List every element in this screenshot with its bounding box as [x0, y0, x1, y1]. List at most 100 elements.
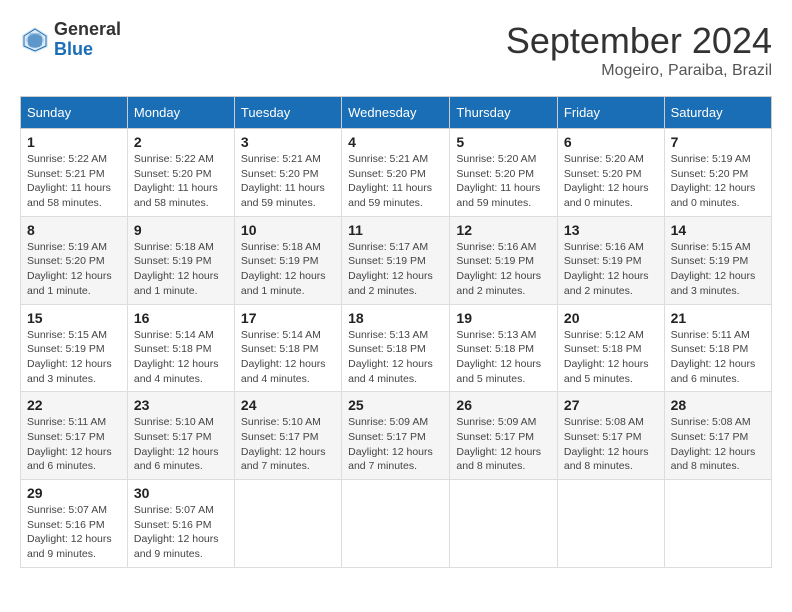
day-info: Sunrise: 5:10 AMSunset: 5:17 PMDaylight:… [241, 415, 335, 474]
month-title: September 2024 [506, 20, 772, 62]
col-thursday: Thursday [450, 97, 557, 129]
day-number: 12 [456, 222, 550, 238]
day-2: 2 Sunrise: 5:22 AMSunset: 5:20 PMDayligh… [127, 129, 234, 217]
logo-general-text: General [54, 20, 121, 40]
day-25: 25 Sunrise: 5:09 AMSunset: 5:17 PMDaylig… [342, 392, 450, 480]
day-number: 1 [27, 134, 121, 150]
col-friday: Friday [557, 97, 664, 129]
calendar-row-1: 1 Sunrise: 5:22 AMSunset: 5:21 PMDayligh… [21, 129, 772, 217]
day-8: 8 Sunrise: 5:19 AMSunset: 5:20 PMDayligh… [21, 216, 128, 304]
day-number: 25 [348, 397, 443, 413]
day-12: 12 Sunrise: 5:16 AMSunset: 5:19 PMDaylig… [450, 216, 557, 304]
day-number: 4 [348, 134, 443, 150]
logo-text: General Blue [54, 20, 121, 60]
day-15: 15 Sunrise: 5:15 AMSunset: 5:19 PMDaylig… [21, 304, 128, 392]
day-info: Sunrise: 5:13 AMSunset: 5:18 PMDaylight:… [348, 328, 443, 387]
day-number: 24 [241, 397, 335, 413]
day-26: 26 Sunrise: 5:09 AMSunset: 5:17 PMDaylig… [450, 392, 557, 480]
day-27: 27 Sunrise: 5:08 AMSunset: 5:17 PMDaylig… [557, 392, 664, 480]
day-info: Sunrise: 5:19 AMSunset: 5:20 PMDaylight:… [27, 240, 121, 299]
calendar-row-3: 15 Sunrise: 5:15 AMSunset: 5:19 PMDaylig… [21, 304, 772, 392]
day-info: Sunrise: 5:21 AMSunset: 5:20 PMDaylight:… [241, 152, 335, 211]
empty-cell [557, 480, 664, 568]
day-info: Sunrise: 5:22 AMSunset: 5:21 PMDaylight:… [27, 152, 121, 211]
calendar-header-row: Sunday Monday Tuesday Wednesday Thursday… [21, 97, 772, 129]
col-wednesday: Wednesday [342, 97, 450, 129]
day-info: Sunrise: 5:08 AMSunset: 5:17 PMDaylight:… [564, 415, 658, 474]
day-info: Sunrise: 5:19 AMSunset: 5:20 PMDaylight:… [671, 152, 765, 211]
day-21: 21 Sunrise: 5:11 AMSunset: 5:18 PMDaylig… [664, 304, 771, 392]
day-number: 19 [456, 310, 550, 326]
calendar-row-4: 22 Sunrise: 5:11 AMSunset: 5:17 PMDaylig… [21, 392, 772, 480]
day-29: 29 Sunrise: 5:07 AMSunset: 5:16 PMDaylig… [21, 480, 128, 568]
day-14: 14 Sunrise: 5:15 AMSunset: 5:19 PMDaylig… [664, 216, 771, 304]
day-number: 3 [241, 134, 335, 150]
day-number: 17 [241, 310, 335, 326]
day-info: Sunrise: 5:18 AMSunset: 5:19 PMDaylight:… [134, 240, 228, 299]
day-info: Sunrise: 5:14 AMSunset: 5:18 PMDaylight:… [134, 328, 228, 387]
day-info: Sunrise: 5:14 AMSunset: 5:18 PMDaylight:… [241, 328, 335, 387]
day-number: 10 [241, 222, 335, 238]
day-number: 8 [27, 222, 121, 238]
day-3: 3 Sunrise: 5:21 AMSunset: 5:20 PMDayligh… [234, 129, 341, 217]
day-info: Sunrise: 5:17 AMSunset: 5:19 PMDaylight:… [348, 240, 443, 299]
day-number: 13 [564, 222, 658, 238]
day-number: 16 [134, 310, 228, 326]
day-info: Sunrise: 5:18 AMSunset: 5:19 PMDaylight:… [241, 240, 335, 299]
day-info: Sunrise: 5:11 AMSunset: 5:18 PMDaylight:… [671, 328, 765, 387]
day-info: Sunrise: 5:16 AMSunset: 5:19 PMDaylight:… [564, 240, 658, 299]
logo: General Blue [20, 20, 121, 60]
day-10: 10 Sunrise: 5:18 AMSunset: 5:19 PMDaylig… [234, 216, 341, 304]
calendar-table: Sunday Monday Tuesday Wednesday Thursday… [20, 96, 772, 568]
day-22: 22 Sunrise: 5:11 AMSunset: 5:17 PMDaylig… [21, 392, 128, 480]
day-number: 6 [564, 134, 658, 150]
day-number: 14 [671, 222, 765, 238]
day-number: 11 [348, 222, 443, 238]
day-number: 5 [456, 134, 550, 150]
logo-blue-text: Blue [54, 40, 121, 60]
col-tuesday: Tuesday [234, 97, 341, 129]
day-info: Sunrise: 5:07 AMSunset: 5:16 PMDaylight:… [27, 503, 121, 562]
day-5: 5 Sunrise: 5:20 AMSunset: 5:20 PMDayligh… [450, 129, 557, 217]
day-number: 9 [134, 222, 228, 238]
day-11: 11 Sunrise: 5:17 AMSunset: 5:19 PMDaylig… [342, 216, 450, 304]
day-24: 24 Sunrise: 5:10 AMSunset: 5:17 PMDaylig… [234, 392, 341, 480]
day-number: 29 [27, 485, 121, 501]
day-number: 27 [564, 397, 658, 413]
empty-cell [342, 480, 450, 568]
day-1: 1 Sunrise: 5:22 AMSunset: 5:21 PMDayligh… [21, 129, 128, 217]
day-20: 20 Sunrise: 5:12 AMSunset: 5:18 PMDaylig… [557, 304, 664, 392]
day-info: Sunrise: 5:08 AMSunset: 5:17 PMDaylight:… [671, 415, 765, 474]
day-info: Sunrise: 5:11 AMSunset: 5:17 PMDaylight:… [27, 415, 121, 474]
day-number: 21 [671, 310, 765, 326]
day-info: Sunrise: 5:20 AMSunset: 5:20 PMDaylight:… [564, 152, 658, 211]
day-number: 28 [671, 397, 765, 413]
day-number: 23 [134, 397, 228, 413]
day-number: 20 [564, 310, 658, 326]
day-info: Sunrise: 5:09 AMSunset: 5:17 PMDaylight:… [456, 415, 550, 474]
col-monday: Monday [127, 97, 234, 129]
day-13: 13 Sunrise: 5:16 AMSunset: 5:19 PMDaylig… [557, 216, 664, 304]
calendar-row-2: 8 Sunrise: 5:19 AMSunset: 5:20 PMDayligh… [21, 216, 772, 304]
day-17: 17 Sunrise: 5:14 AMSunset: 5:18 PMDaylig… [234, 304, 341, 392]
day-30: 30 Sunrise: 5:07 AMSunset: 5:16 PMDaylig… [127, 480, 234, 568]
day-number: 26 [456, 397, 550, 413]
day-info: Sunrise: 5:12 AMSunset: 5:18 PMDaylight:… [564, 328, 658, 387]
day-info: Sunrise: 5:15 AMSunset: 5:19 PMDaylight:… [27, 328, 121, 387]
day-7: 7 Sunrise: 5:19 AMSunset: 5:20 PMDayligh… [664, 129, 771, 217]
day-number: 30 [134, 485, 228, 501]
day-28: 28 Sunrise: 5:08 AMSunset: 5:17 PMDaylig… [664, 392, 771, 480]
day-info: Sunrise: 5:16 AMSunset: 5:19 PMDaylight:… [456, 240, 550, 299]
logo-icon [20, 25, 50, 55]
day-number: 18 [348, 310, 443, 326]
calendar-row-5: 29 Sunrise: 5:07 AMSunset: 5:16 PMDaylig… [21, 480, 772, 568]
day-info: Sunrise: 5:20 AMSunset: 5:20 PMDaylight:… [456, 152, 550, 211]
day-info: Sunrise: 5:13 AMSunset: 5:18 PMDaylight:… [456, 328, 550, 387]
day-18: 18 Sunrise: 5:13 AMSunset: 5:18 PMDaylig… [342, 304, 450, 392]
col-sunday: Sunday [21, 97, 128, 129]
day-info: Sunrise: 5:15 AMSunset: 5:19 PMDaylight:… [671, 240, 765, 299]
day-6: 6 Sunrise: 5:20 AMSunset: 5:20 PMDayligh… [557, 129, 664, 217]
day-info: Sunrise: 5:07 AMSunset: 5:16 PMDaylight:… [134, 503, 228, 562]
day-info: Sunrise: 5:10 AMSunset: 5:17 PMDaylight:… [134, 415, 228, 474]
day-info: Sunrise: 5:09 AMSunset: 5:17 PMDaylight:… [348, 415, 443, 474]
